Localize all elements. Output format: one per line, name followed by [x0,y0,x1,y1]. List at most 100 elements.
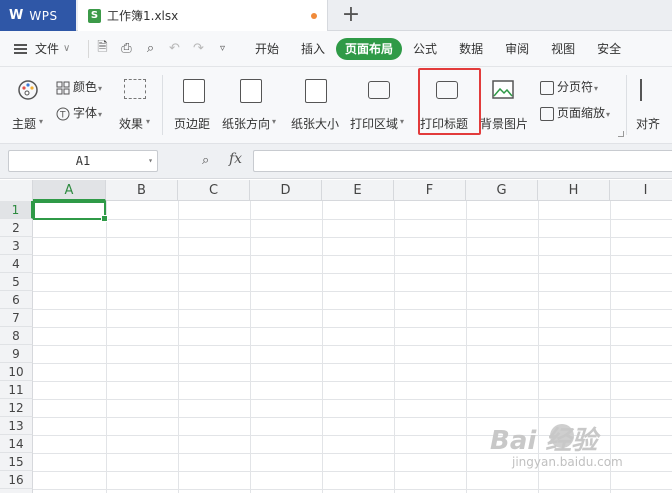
chevron-down-icon: ∨ [63,43,71,54]
page-zoom-button[interactable]: 页面缩放▾ [540,104,610,121]
grid-line [322,201,323,493]
tab-insert[interactable]: 插入 [290,38,336,60]
redo-icon[interactable]: ↷ [191,41,206,56]
background-button[interactable]: 背景图片 [480,77,530,133]
menu-tabs: 开始 插入 页面布局 公式 数据 审阅 视图 安全 [244,37,632,60]
print-area-icon [368,81,390,99]
column-header-b[interactable]: B [106,180,178,201]
orientation-button[interactable]: 纸张方向 ▾ [222,77,282,133]
row-header-1[interactable]: 1 [0,201,33,219]
grid-line [33,273,672,274]
tab-bar: W WPS S 工作簿1.xlsx + [0,0,672,31]
hamburger-icon [14,43,27,54]
row-header-7[interactable]: 7 [0,309,33,327]
grid-line [33,255,672,256]
row-header-12[interactable]: 12 [0,399,33,417]
column-header-i[interactable]: I [610,180,672,201]
ribbon-separator [626,75,627,135]
grid-line [33,291,672,292]
row-header-4[interactable]: 4 [0,255,33,273]
row-header-6[interactable]: 6 [0,291,33,309]
ribbon: 主题 ▾ 颜色▾ T 字体▾ 效果 ▾ 页边距 纸张方向 ▾ 纸张大小 打印区域 ▾ 打印… [0,67,672,144]
dialog-launcher-icon[interactable] [618,131,624,137]
active-cell-a1[interactable] [33,201,108,222]
save-icon[interactable]: 🗎 [95,38,110,60]
name-box-value: A1 [75,154,91,168]
margins-button[interactable]: 页边距 [174,77,214,133]
page-break-button[interactable]: 分页符▾ [540,78,598,95]
quick-access-toolbar: 🗎 ⎙ ⌕ ↶ ↷ ▿ [88,38,230,60]
row-header-13[interactable]: 13 [0,417,33,435]
fonts-button[interactable]: T 字体▾ [56,104,102,121]
formula-input[interactable] [253,150,672,172]
row-header-16[interactable]: 16 [0,471,33,489]
fonts-label: 字体 [73,106,98,120]
colors-label: 颜色 [73,80,98,94]
row-header-9[interactable]: 9 [0,345,33,363]
column-header-e[interactable]: E [322,180,394,201]
print-icon[interactable]: ⎙ [119,41,134,56]
row-header-15[interactable]: 15 [0,453,33,471]
undo-icon[interactable]: ↶ [167,41,182,56]
tab-view[interactable]: 视图 [540,38,586,60]
new-tab-button[interactable]: + [340,3,362,27]
background-image-icon [492,80,514,99]
row-header-10[interactable]: 10 [0,363,33,381]
row-header-11[interactable]: 11 [0,381,33,399]
file-tab-name: 工作簿1.xlsx [107,9,179,23]
tab-home[interactable]: 开始 [244,38,290,60]
select-all-corner[interactable] [0,180,33,201]
customize-dropdown-icon[interactable]: ▿ [215,43,230,54]
print-area-button[interactable]: 打印区域 ▾ [350,77,408,133]
zoom-search-icon[interactable]: ⌕ [202,153,209,168]
grid-line [33,327,672,328]
page-zoom-label: 页面缩放 [557,106,606,120]
row-header-2[interactable]: 2 [0,219,33,237]
column-header-h[interactable]: H [538,180,610,201]
palette-icon [18,80,38,100]
paper-size-label: 纸张大小 [291,117,340,131]
tab-formulas[interactable]: 公式 [402,38,448,60]
unsaved-dot-icon [311,13,317,19]
grid-line [33,381,672,382]
row-header-8[interactable]: 8 [0,327,33,345]
grid-line [33,417,672,418]
wps-tab-label: WPS [29,8,58,23]
tab-page-layout[interactable]: 页面布局 [336,37,403,60]
row-header-14[interactable]: 14 [0,435,33,453]
tab-review[interactable]: 审阅 [494,38,540,60]
name-box[interactable]: A1 ▾ [8,150,158,172]
colors-button[interactable]: 颜色▾ [56,78,102,95]
paper-size-button[interactable]: 纸张大小 [291,77,341,133]
column-header-c[interactable]: C [178,180,250,201]
orientation-label: 纸张方向 [222,117,271,131]
file-tab[interactable]: S 工作簿1.xlsx [78,0,328,31]
row-header-17[interactable]: 17 [0,489,33,493]
effects-button[interactable]: 效果 ▾ [119,77,155,133]
wps-home-tab[interactable]: W WPS [0,0,76,31]
column-header-g[interactable]: G [466,180,538,201]
column-header-f[interactable]: F [394,180,466,201]
svg-text:T: T [59,110,66,120]
tab-security[interactable]: 安全 [586,38,632,60]
row-header-5[interactable]: 5 [0,273,33,291]
row-header-3[interactable]: 3 [0,237,33,255]
page-zoom-icon [540,106,554,121]
file-menu-button[interactable]: 文件 ∨ [0,40,88,57]
insert-function-button[interactable]: fx [229,151,242,167]
align-button[interactable]: 对齐 [636,77,672,133]
print-preview-icon[interactable]: ⌕ [143,41,158,56]
column-header-a[interactable]: A [33,180,106,201]
margins-label: 页边距 [174,117,211,131]
effects-icon [124,79,146,99]
grid-line [33,345,672,346]
spreadsheet-icon: S [88,8,101,23]
theme-button[interactable]: 主题 ▾ [12,77,48,133]
column-headers: A B C D E F G H I [0,180,672,201]
tab-data[interactable]: 数据 [448,38,494,60]
watermark-sub-text: jingyan.baidu.com [512,455,623,469]
grid-line [394,201,395,493]
menu-bar: 文件 ∨ 🗎 ⎙ ⌕ ↶ ↷ ▿ 开始 插入 页面布局 公式 数据 审阅 视图 … [0,31,672,67]
column-header-d[interactable]: D [250,180,322,201]
grid-line [33,237,672,238]
